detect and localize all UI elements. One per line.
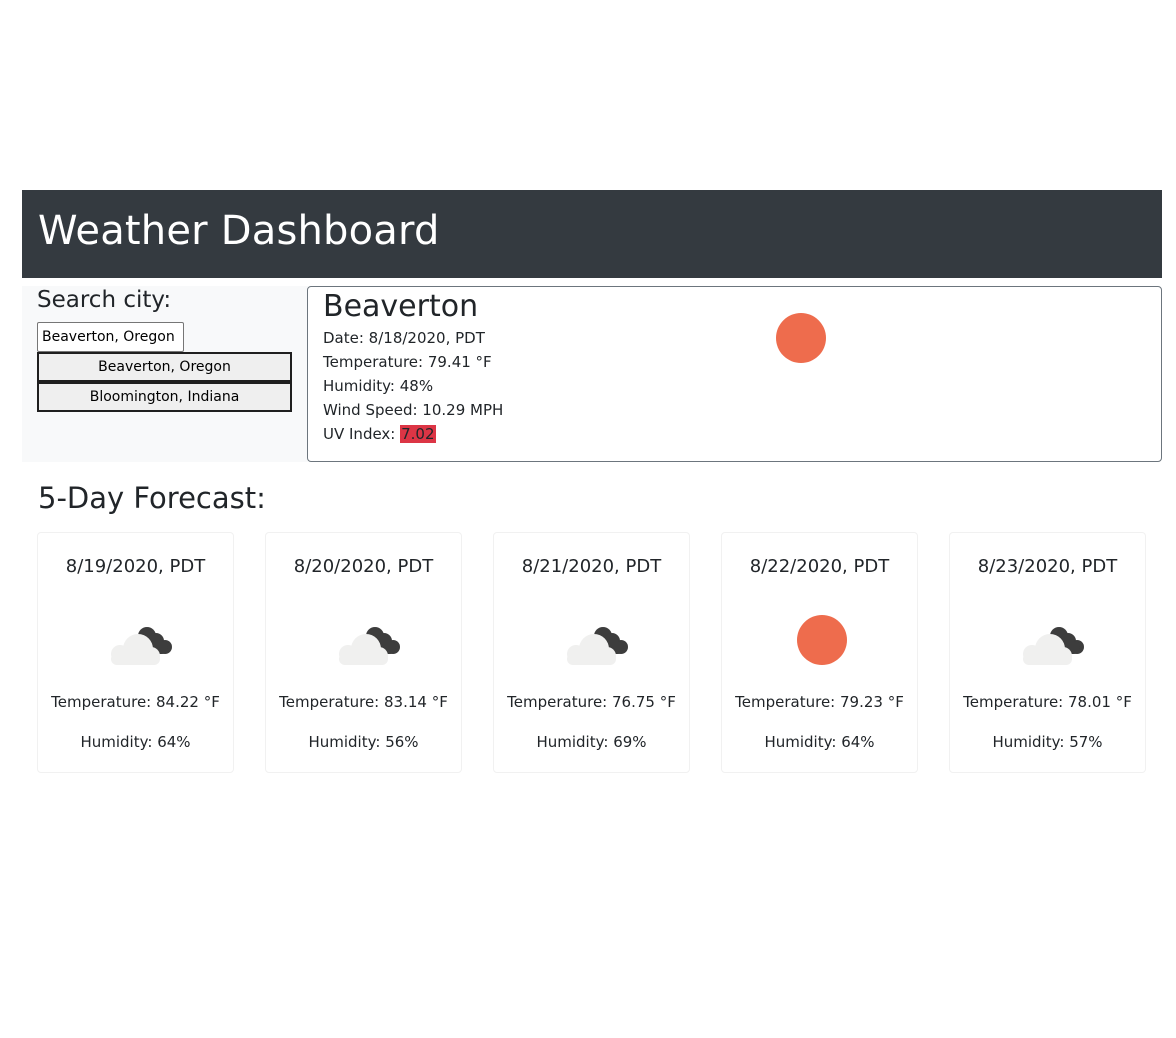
forecast-temperature: Temperature: 84.22 °F [51, 693, 220, 711]
current-date: Date: 8/18/2020, PDT [323, 329, 485, 347]
forecast-date: 8/22/2020, PDT [749, 556, 890, 577]
sun-icon [782, 613, 862, 669]
forecast-date: 8/21/2020, PDT [521, 556, 662, 577]
forecast-date: 8/20/2020, PDT [293, 556, 434, 577]
cloud-shape [1023, 627, 1084, 665]
city-search-input[interactable] [37, 322, 184, 352]
forecast-humidity: Humidity: 64% [764, 733, 875, 751]
cloud-shape [339, 627, 400, 665]
forecast-humidity: Humidity: 57% [992, 733, 1103, 751]
forecast-temperature: Temperature: 83.14 °F [279, 693, 448, 711]
cloud-icon [326, 613, 406, 669]
cloud-shape [111, 627, 172, 665]
cloud-icon [554, 613, 634, 669]
uv-index-badge: 7.02 [400, 425, 436, 443]
current-city-name: Beaverton [323, 289, 479, 324]
history-button-beaverton[interactable]: Beaverton, Oregon [37, 352, 292, 382]
forecast-date: 8/23/2020, PDT [977, 556, 1118, 577]
forecast-humidity: Humidity: 69% [536, 733, 647, 751]
forecast-date: 8/19/2020, PDT [65, 556, 206, 577]
sun-icon [776, 313, 826, 363]
page-title: Weather Dashboard [38, 208, 440, 254]
header-bar: Weather Dashboard [22, 190, 1162, 278]
current-humidity: Humidity: 48% [323, 377, 434, 395]
cloud-icon [1010, 613, 1090, 669]
forecast-humidity: Humidity: 64% [80, 733, 191, 751]
forecast-card: 8/22/2020, PDT Temperature: 79.23 °F Humid… [721, 532, 918, 773]
forecast-card: 8/23/2020, PDT Temperature: 78.01 °F Humid… [949, 532, 1146, 773]
forecast-temperature: Temperature: 76.75 °F [507, 693, 676, 711]
history-button-bloomington[interactable]: Bloomington, Indiana [37, 382, 292, 412]
search-label: Search city: [37, 287, 172, 313]
search-panel: Search city: Beaverton, Oregon Bloomingt… [22, 286, 308, 462]
forecast-card: 8/19/2020, PDT Temperature: 84.22 °F Humid… [37, 532, 234, 773]
current-weather-panel: Beaverton Date: 8/18/2020, PDT Temperatu… [307, 286, 1162, 462]
forecast-temperature: Temperature: 79.23 °F [735, 693, 904, 711]
current-wind-speed: Wind Speed: 10.29 MPH [323, 401, 504, 419]
current-uv-row: UV Index: 7.02 [323, 424, 436, 444]
forecast-title: 5-Day Forecast: [38, 481, 266, 515]
forecast-humidity: Humidity: 56% [308, 733, 419, 751]
cloud-icon [98, 613, 178, 669]
forecast-card: 8/21/2020, PDT Temperature: 76.75 °F Humid… [493, 532, 690, 773]
cloud-shape [567, 627, 628, 665]
current-temperature: Temperature: 79.41 °F [323, 353, 492, 371]
forecast-card: 8/20/2020, PDT Temperature: 83.14 °F Humid… [265, 532, 462, 773]
sun-shape [797, 615, 847, 665]
uv-index-label: UV Index: [323, 425, 401, 443]
forecast-temperature: Temperature: 78.01 °F [963, 693, 1132, 711]
